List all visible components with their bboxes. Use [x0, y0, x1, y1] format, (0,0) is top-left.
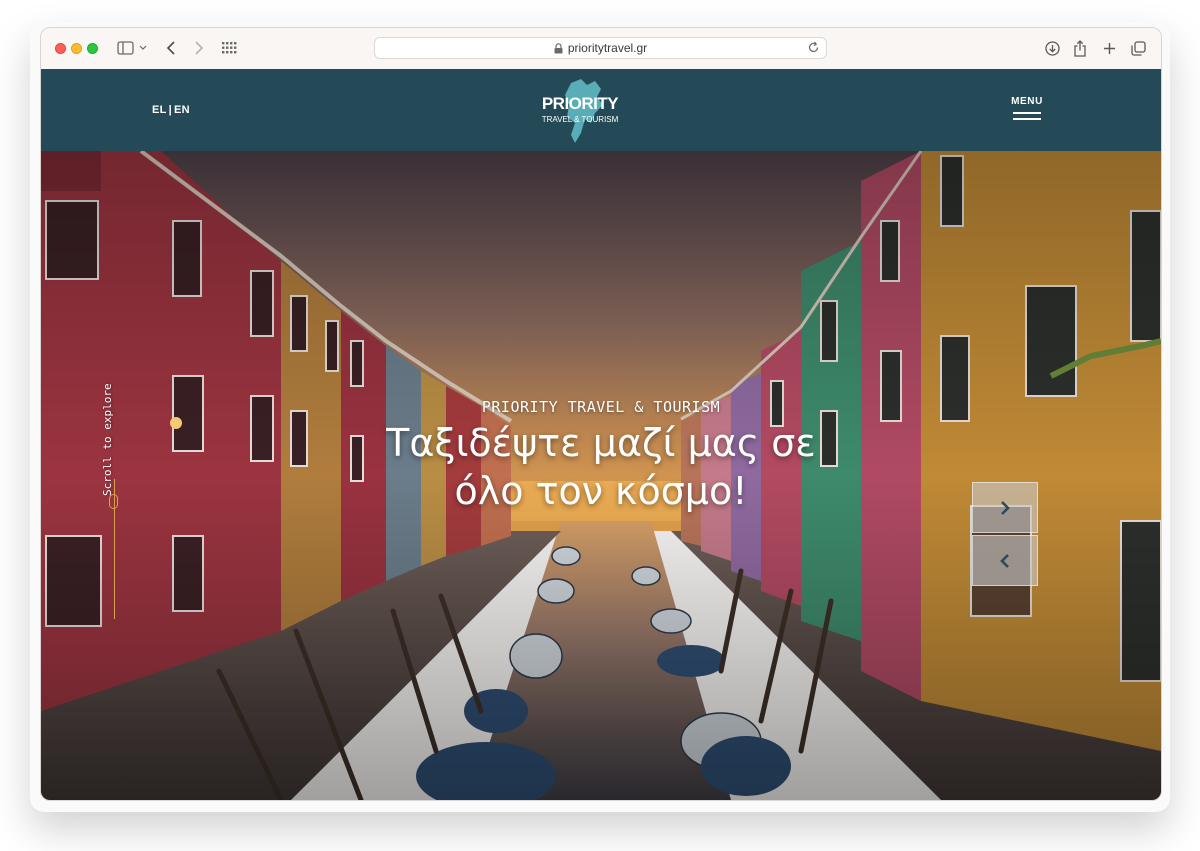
chevron-right-icon [195, 41, 204, 55]
language-switcher: EL | EN [152, 104, 190, 116]
sidebar-toggle-button[interactable] [115, 38, 149, 58]
browser-toolbar: prioritytravel.gr [41, 28, 1161, 70]
scroll-to-explore-label[interactable]: Scroll to explore [101, 366, 119, 496]
hamburger-icon [1013, 112, 1041, 114]
browser-window: prioritytravel.gr EL | EN PRIORITY TRAVE… [40, 27, 1162, 801]
logo-title: PRIORITY [542, 94, 619, 113]
scroll-indicator-dot [109, 494, 118, 509]
tabs-icon [1130, 40, 1146, 56]
downloads-button[interactable] [1043, 38, 1061, 58]
hero-title: Ταξιδέψτε μαζί μας σε όλο τον κόσμο! [386, 421, 816, 513]
zoom-window-button[interactable] [87, 43, 98, 54]
lang-el-link[interactable]: EL [152, 104, 167, 116]
chevron-right-icon [1001, 500, 1010, 515]
minimize-window-button[interactable] [71, 43, 82, 54]
hamburger-icon-bar [1013, 118, 1041, 120]
reload-icon[interactable] [807, 41, 820, 54]
chevron-left-icon [166, 41, 175, 55]
address-url: prioritytravel.gr [567, 41, 648, 55]
address-bar[interactable]: prioritytravel.gr [374, 37, 827, 59]
hero-eyebrow: PRIORITY TRAVEL & TOURISM [481, 398, 721, 416]
lang-en-link[interactable]: EN [174, 104, 190, 116]
site-header: EL | EN PRIORITY TRAVEL & TOURISM MENU [41, 69, 1161, 151]
close-window-button[interactable] [55, 43, 66, 54]
grid-icon [221, 42, 236, 54]
lock-icon [554, 42, 563, 54]
hero-slider: PRIORITY TRAVEL & TOURISM Ταξιδέψτε μαζί… [41, 151, 1161, 800]
share-icon [1074, 39, 1086, 57]
logo-subtitle: TRAVEL & TOURISM [542, 115, 619, 124]
tabs-button[interactable] [1129, 38, 1147, 58]
tab-overview-button[interactable] [220, 38, 238, 58]
sidebar-icon [117, 41, 147, 55]
menu-button[interactable]: MENU [1009, 96, 1045, 120]
download-icon [1044, 40, 1060, 56]
slider-prev-button[interactable] [972, 535, 1038, 586]
share-button[interactable] [1071, 38, 1089, 58]
plus-icon [1103, 42, 1115, 54]
new-tab-button[interactable] [1100, 38, 1118, 58]
lang-separator: | [168, 104, 173, 116]
back-button[interactable] [163, 38, 179, 58]
menu-label: MENU [1011, 96, 1043, 107]
forward-button[interactable] [191, 38, 207, 58]
site-logo[interactable]: PRIORITY TRAVEL & TOURISM [535, 77, 625, 145]
slider-next-button[interactable] [972, 482, 1038, 533]
chevron-left-icon [1000, 553, 1009, 568]
